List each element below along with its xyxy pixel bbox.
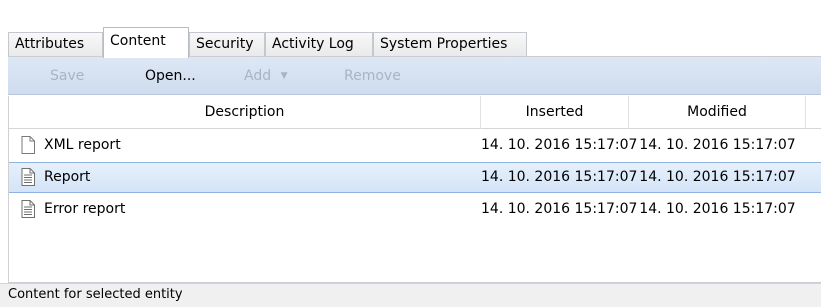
cell-modified: 14. 10. 2016 15:17:07 [639, 201, 796, 217]
cell-description: Error report [44, 201, 126, 217]
status-bar: Content for selected entity [0, 283, 821, 307]
cell-description: Report [44, 169, 91, 185]
status-text: Content for selected entity [8, 287, 183, 302]
column-header-description[interactable]: Description [9, 96, 481, 129]
text-document-icon [21, 200, 35, 218]
cell-modified: 14. 10. 2016 15:17:07 [639, 169, 796, 185]
content-toolbar: Save Open... Add ▼ Remove [8, 57, 821, 95]
table-row-selected[interactable]: Report 14. 10. 2016 15:17:07 14. 10. 201… [9, 162, 821, 193]
table-header: Description Inserted Modified [9, 96, 821, 129]
column-header-modified[interactable]: Modified [629, 96, 806, 129]
tab-system-properties[interactable]: System Properties [373, 32, 527, 57]
tab-strip: Attributes Content Security Activity Log… [0, 0, 821, 58]
blank-document-icon [21, 136, 35, 154]
text-document-icon [21, 168, 35, 186]
tab-activity-log[interactable]: Activity Log [265, 32, 373, 57]
column-header-inserted[interactable]: Inserted [481, 96, 629, 129]
cell-inserted: 14. 10. 2016 15:17:07 [481, 201, 638, 217]
tab-security[interactable]: Security [189, 32, 265, 57]
cell-inserted: 14. 10. 2016 15:17:07 [481, 137, 638, 153]
cell-modified: 14. 10. 2016 15:17:07 [639, 137, 796, 153]
remove-button[interactable]: Remove [344, 57, 401, 95]
table-row[interactable]: XML report 14. 10. 2016 15:17:07 14. 10.… [9, 130, 821, 161]
save-button[interactable]: Save [50, 57, 84, 95]
cell-description: XML report [44, 137, 121, 153]
add-button-label: Add [244, 68, 272, 84]
table-row[interactable]: Error report 14. 10. 2016 15:17:07 14. 1… [9, 194, 821, 225]
open-button[interactable]: Open... [145, 57, 196, 95]
cell-inserted: 14. 10. 2016 15:17:07 [481, 169, 638, 185]
tab-content[interactable]: Content [103, 27, 189, 58]
add-button[interactable]: Add ▼ [244, 57, 287, 95]
tab-attributes[interactable]: Attributes [8, 32, 103, 57]
chevron-down-icon: ▼ [280, 71, 288, 81]
content-table: Description Inserted Modified XML report… [8, 96, 821, 282]
